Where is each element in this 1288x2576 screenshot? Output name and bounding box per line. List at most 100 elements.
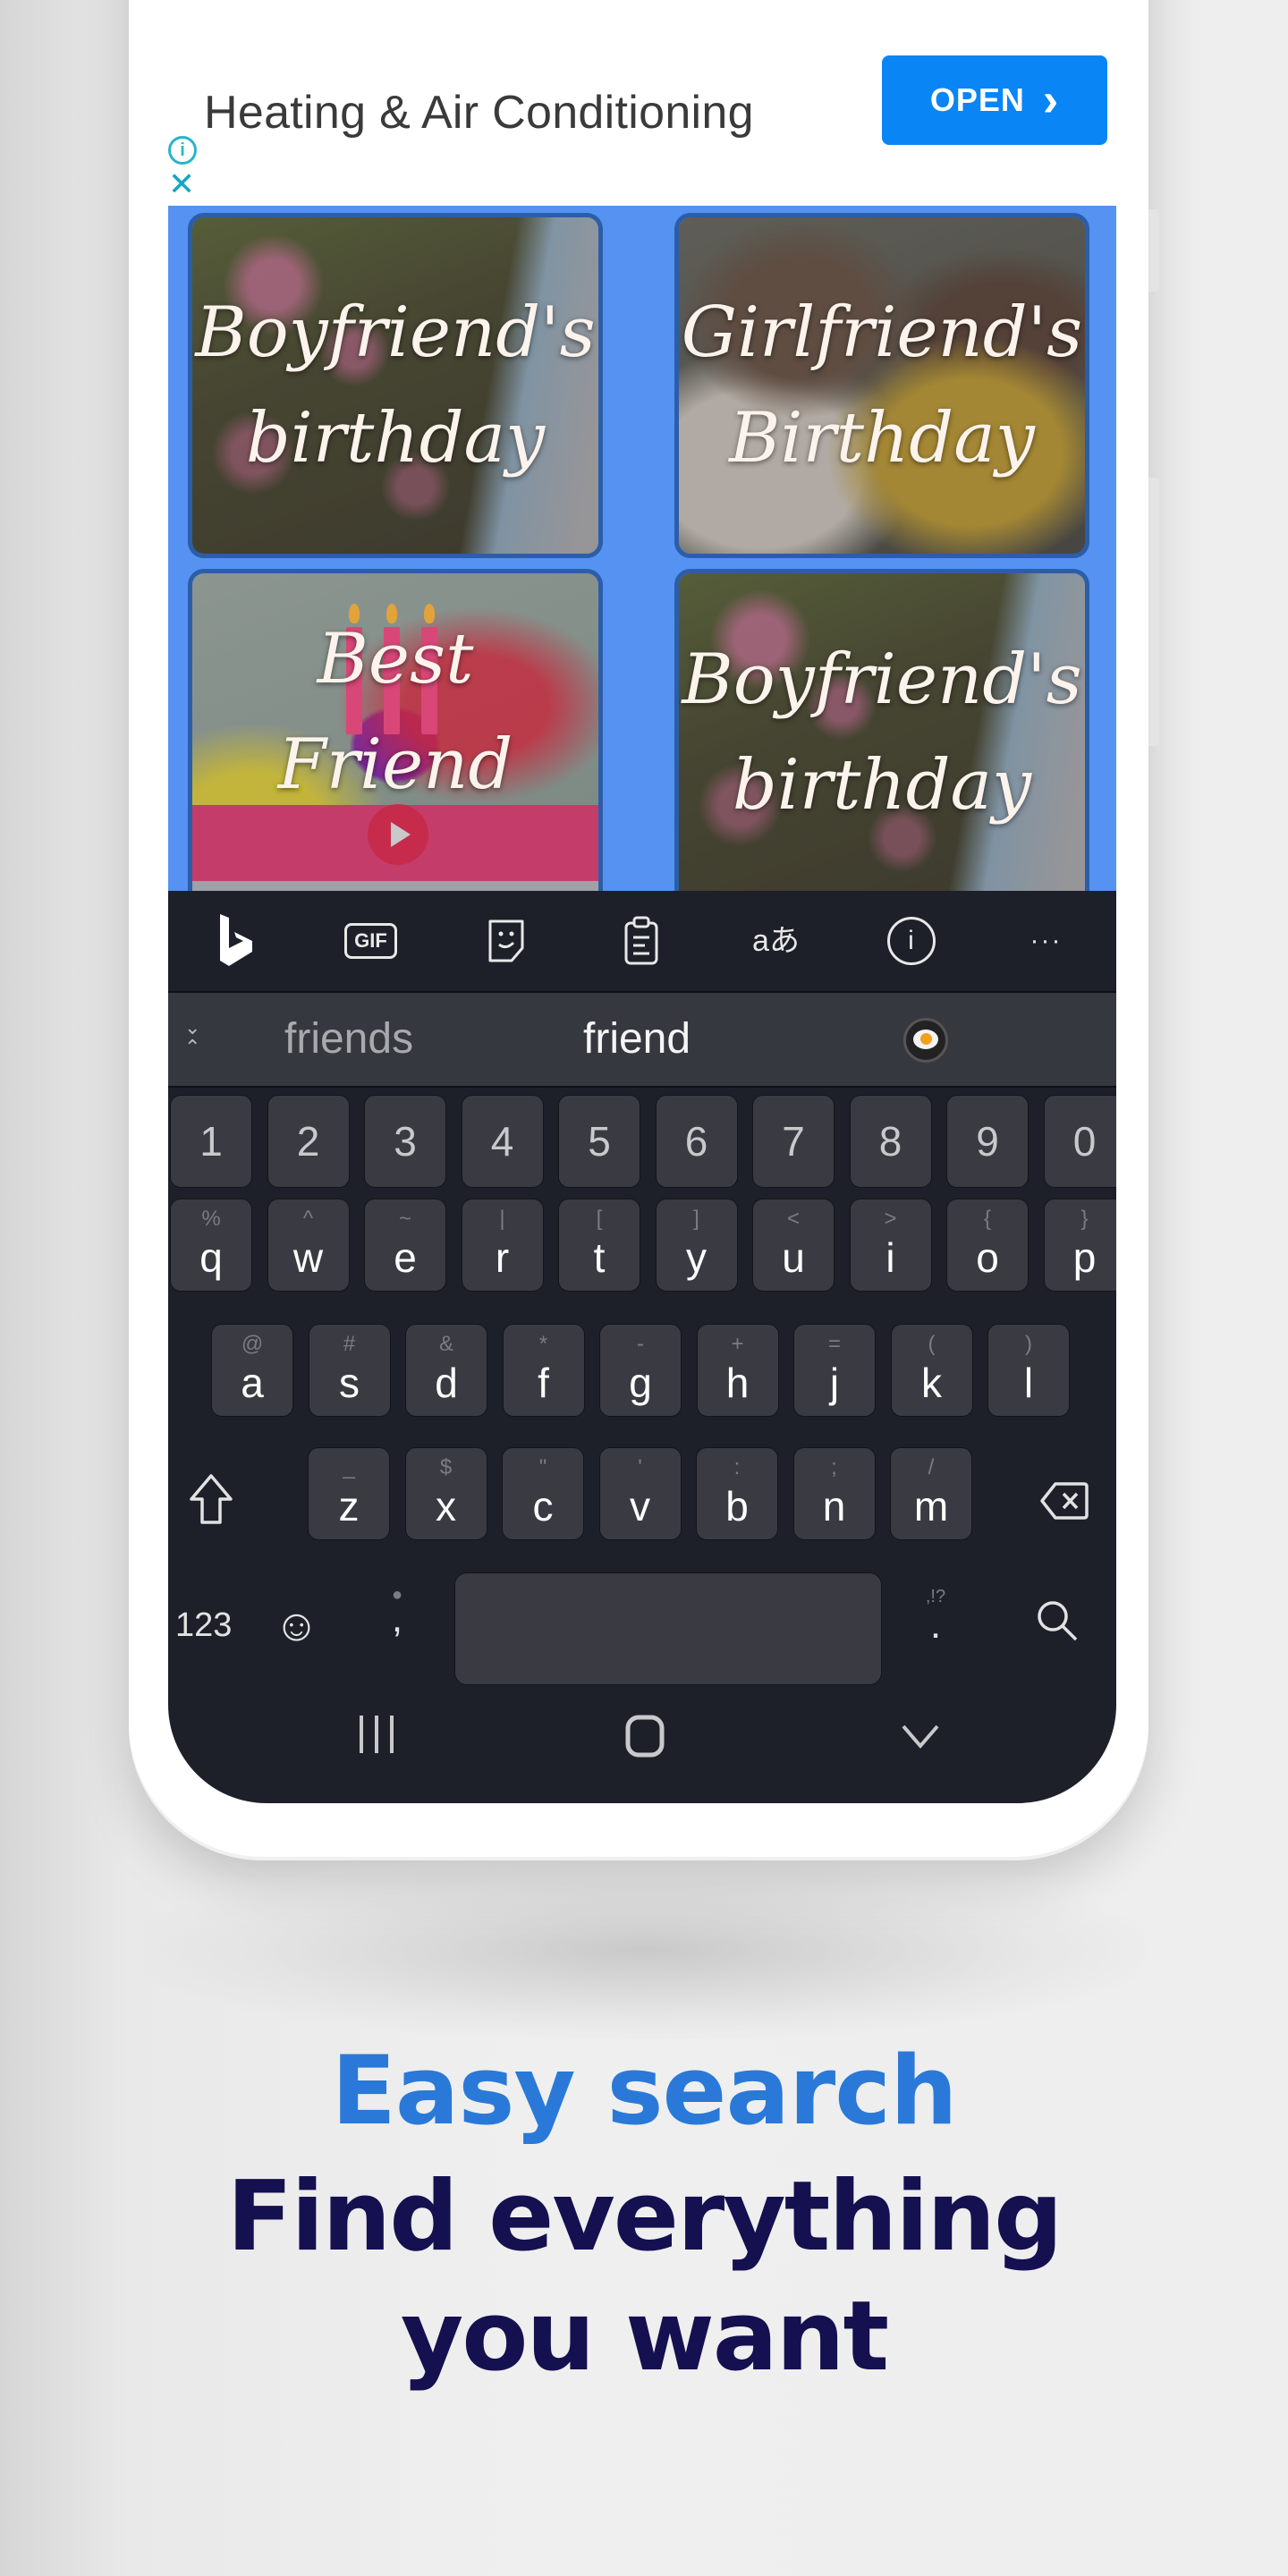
key-alt-label: $ — [439, 1455, 453, 1479]
key-k[interactable]: (k — [890, 1324, 973, 1417]
card-label: Best Friend — [277, 619, 513, 806]
key-2[interactable]: 2 — [267, 1095, 350, 1188]
search-key[interactable] — [1034, 1597, 1080, 1648]
suggestion-item[interactable]: friend — [583, 1014, 691, 1063]
key-b[interactable]: :b — [696, 1447, 778, 1540]
key-label: v — [630, 1483, 650, 1530]
emoji-icon[interactable]: ☺ — [274, 1599, 319, 1651]
key-0[interactable]: 0 — [1043, 1095, 1116, 1188]
key-label: 9 — [976, 1118, 999, 1165]
key-i[interactable]: > i — [849, 1199, 932, 1292]
ad-open-button[interactable]: OPEN › — [882, 55, 1107, 145]
shift-icon — [190, 1474, 233, 1524]
key-alt-label: % — [201, 1207, 221, 1231]
key-label: a — [241, 1360, 264, 1406]
key-label: e — [394, 1234, 417, 1281]
ad-banner[interactable]: Heating & Air Conditioning OPEN › i ✕ — [168, 0, 1116, 206]
gif-icon[interactable]: GIF — [303, 923, 438, 959]
key-7[interactable]: 7 — [752, 1095, 835, 1188]
key-g[interactable]: -g — [599, 1324, 682, 1417]
key-q[interactable]: % q — [170, 1199, 252, 1292]
greeting-card-grid: Boyfriend's birthday Girlfriend's Birthd… — [168, 206, 1116, 909]
key-w[interactable]: ^ w — [267, 1199, 350, 1292]
bing-icon[interactable] — [168, 912, 303, 970]
home-button[interactable] — [624, 1714, 665, 1763]
key-u[interactable]: < u — [752, 1199, 835, 1292]
clipboard-icon[interactable] — [573, 916, 708, 966]
key-alt-label: _ — [343, 1455, 355, 1479]
key-c[interactable]: " c — [502, 1447, 584, 1540]
key-alt-label: ( — [928, 1332, 936, 1356]
space-bar[interactable] — [454, 1572, 882, 1685]
home-icon — [625, 1715, 665, 1758]
key-z[interactable]: _ z — [308, 1447, 390, 1540]
card-best-friend[interactable]: Best Friend — [188, 569, 603, 909]
key-4[interactable]: 4 — [461, 1095, 544, 1188]
key-s[interactable]: # s — [308, 1324, 391, 1417]
key-label: r — [495, 1234, 510, 1281]
fried-egg-emoji-icon[interactable] — [903, 1018, 948, 1063]
collapse-suggestions-icon[interactable]: ⌄ ⌃ — [184, 1018, 200, 1057]
more-icon[interactable]: ··· — [979, 926, 1114, 956]
translate-icon[interactable]: aあ — [708, 926, 843, 956]
key-alt-label: [ — [596, 1207, 603, 1231]
backspace-key[interactable] — [1039, 1481, 1089, 1525]
key-alt-label: - — [637, 1332, 644, 1356]
key-label: o — [976, 1234, 999, 1281]
card-girlfriends-birthday[interactable]: Girlfriend's Birthday — [674, 213, 1089, 558]
key-f[interactable]: * f — [502, 1324, 585, 1417]
key-label: 0 — [1072, 1118, 1097, 1165]
key-alt-label: : — [733, 1455, 741, 1479]
key-alt-label: ' — [638, 1455, 642, 1479]
key-v[interactable]: ' v — [598, 1447, 682, 1540]
key-label: t — [593, 1234, 606, 1281]
key-p[interactable]: } p — [1043, 1199, 1116, 1292]
key-m[interactable]: / m — [890, 1447, 972, 1540]
period-key[interactable]: ,!? . — [918, 1587, 953, 1645]
key-n[interactable]: ; n — [792, 1447, 876, 1540]
key-6[interactable]: 6 — [655, 1095, 738, 1188]
ad-close-icon[interactable]: ✕ — [168, 168, 195, 200]
key-label: 4 — [490, 1118, 514, 1165]
key-label: p — [1072, 1234, 1097, 1281]
key-h[interactable]: + h — [696, 1324, 779, 1417]
card-boyfriends-birthday[interactable]: Boyfriend's birthday — [674, 569, 1089, 909]
key-l[interactable]: ) l — [987, 1324, 1070, 1417]
key-label: u — [782, 1234, 805, 1281]
key-y[interactable]: ] y — [655, 1199, 738, 1292]
numbers-key[interactable]: 123 — [175, 1606, 232, 1645]
card-boyfriends-birthday[interactable]: Boyfriend's birthday — [188, 213, 603, 558]
key-t[interactable]: [t — [558, 1199, 640, 1292]
suggestion-item[interactable]: friends — [284, 1014, 413, 1063]
info-icon[interactable]: i — [843, 917, 979, 965]
key-x[interactable]: $ x — [404, 1447, 487, 1540]
recents-button[interactable] — [356, 1714, 397, 1759]
ad-title[interactable]: Heating & Air Conditioning — [204, 86, 754, 140]
key-e[interactable]: ~ e — [364, 1199, 446, 1292]
back-button[interactable] — [900, 1723, 941, 1754]
key-5[interactable]: 5 — [558, 1095, 640, 1188]
card-label: Boyfriend's birthday — [195, 292, 596, 479]
key-label: j — [829, 1360, 840, 1406]
key-9[interactable]: 9 — [946, 1095, 1029, 1188]
key-label: y — [686, 1234, 707, 1281]
subline: Find everything you want — [226, 2161, 1063, 2393]
ad-info-icon[interactable]: i — [168, 136, 197, 165]
key-8[interactable]: 8 — [849, 1095, 932, 1188]
key-r[interactable]: | r — [461, 1199, 544, 1292]
phone-side-button — [1148, 209, 1159, 292]
key-o[interactable]: {o — [946, 1199, 1029, 1292]
keyboard: GIF aあ i ··· ⌄ ⌃ friends friend 1234 5 6… — [168, 891, 1116, 1803]
key-alt-label: + — [731, 1332, 744, 1356]
key-1[interactable]: 1 — [170, 1095, 252, 1188]
key-label: 1 — [199, 1118, 223, 1165]
key-label: q — [199, 1234, 223, 1281]
key-a[interactable]: @ a — [211, 1324, 293, 1417]
key-j[interactable]: = j — [793, 1324, 876, 1417]
sticker-icon[interactable] — [438, 918, 573, 964]
shift-key[interactable] — [188, 1472, 234, 1530]
key-d[interactable]: & d — [405, 1324, 487, 1417]
key-label: z — [338, 1483, 360, 1530]
comma-key[interactable]: ● , — [379, 1585, 415, 1639]
key-3[interactable]: 3 — [364, 1095, 446, 1188]
